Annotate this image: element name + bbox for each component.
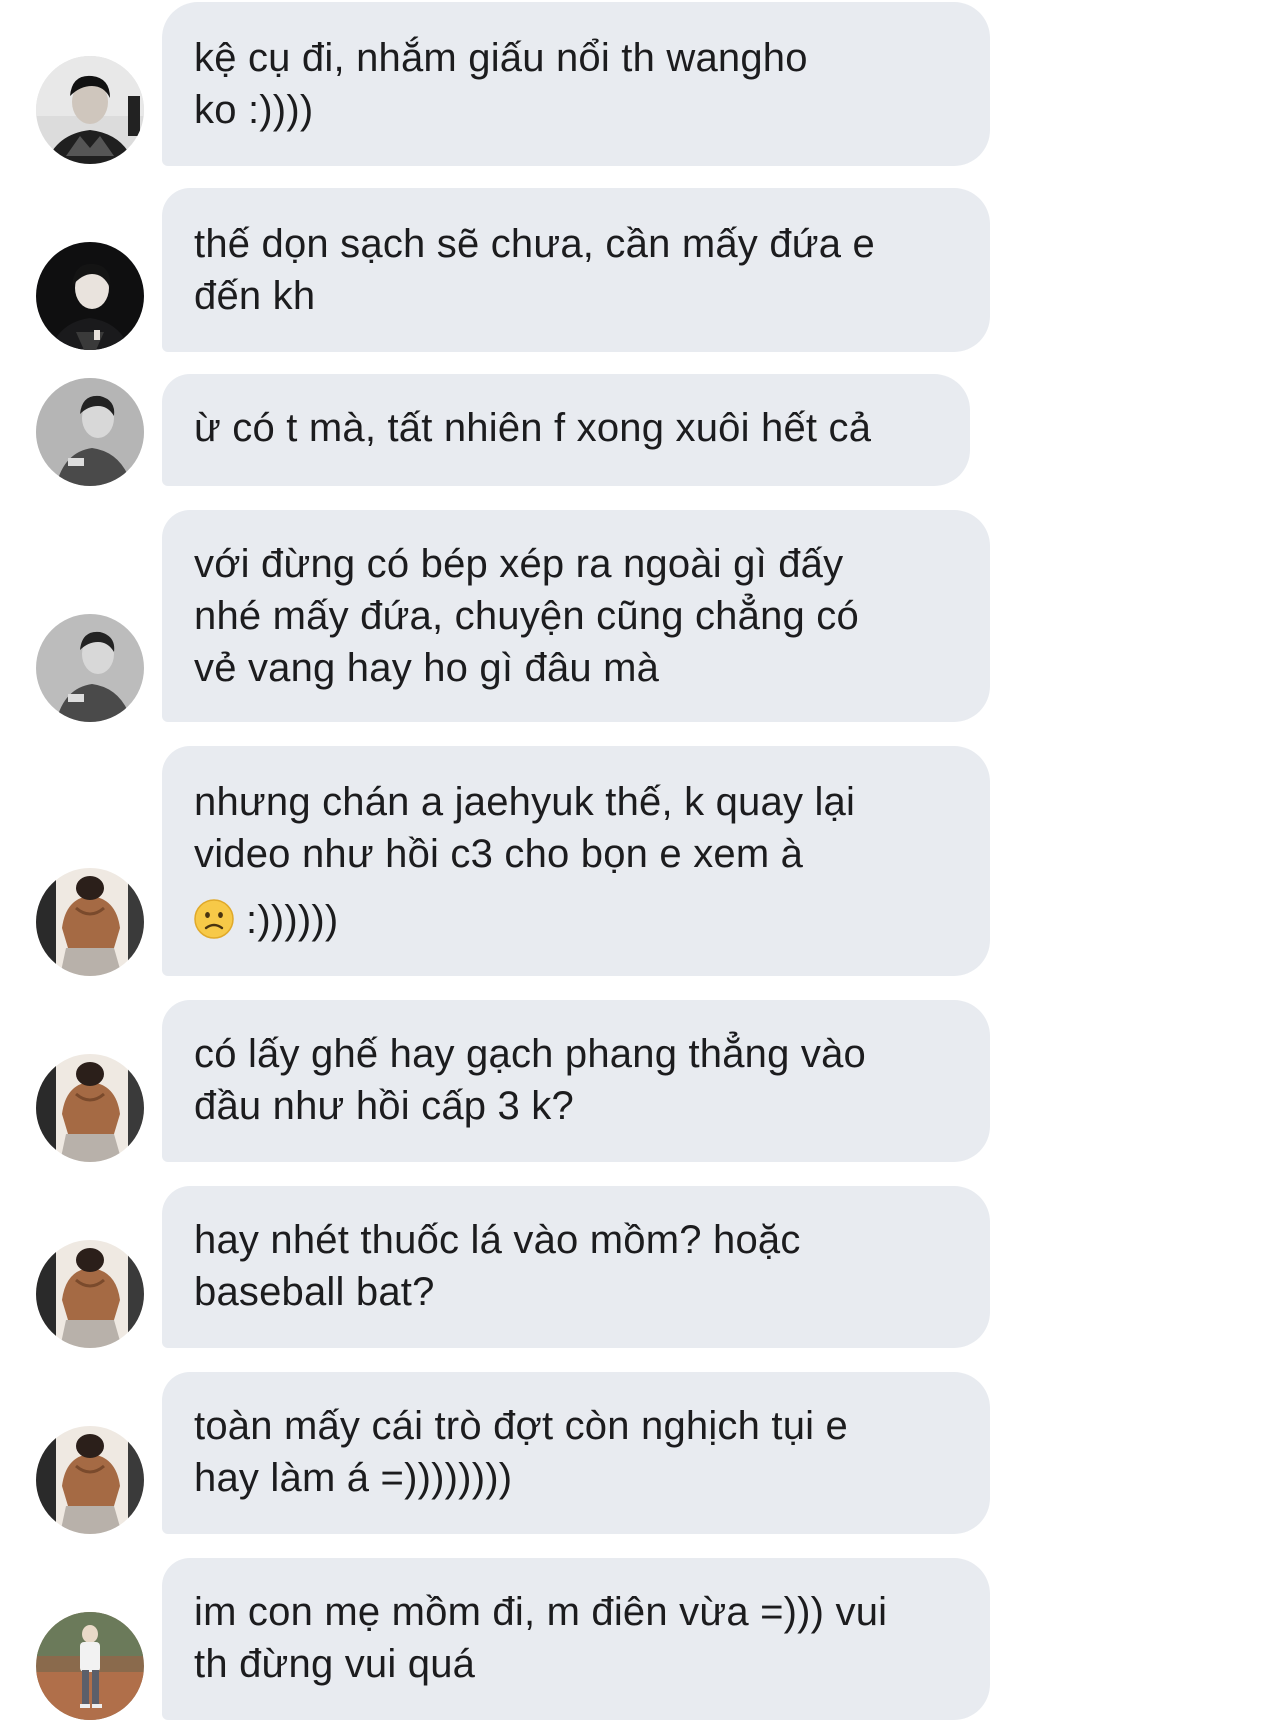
avatar[interactable] (36, 1426, 144, 1534)
message-text: ừ có t mà, tất nhiên f xong xuôi hết cả (194, 406, 872, 450)
message-text: :)))))) (246, 898, 339, 942)
chat-thread: kệ cụ đi, nhắm giấu nổi th wangho ko :))… (0, 0, 1284, 1736)
message-text: vẻ vang hay ho gì đâu mà (194, 646, 660, 690)
message-text: đầu như hồi cấp 3 k? (194, 1084, 574, 1128)
avatar[interactable] (36, 242, 144, 350)
avatar[interactable] (36, 1240, 144, 1348)
avatar[interactable] (36, 868, 144, 976)
avatar[interactable] (36, 614, 144, 722)
message-text: ko :)))) (194, 88, 314, 132)
message-text: hay làm á =)))))))) (194, 1456, 513, 1500)
message-bubble[interactable]: kệ cụ đi, nhắm giấu nổi th wangho ko :))… (162, 2, 990, 166)
message-text: nhưng chán a jaehyuk thế, k quay lại (194, 780, 856, 824)
message-text: hay nhét thuốc lá vào mồm? hoặc (194, 1218, 801, 1262)
message-text: video như hồi c3 cho bọn e xem à (194, 832, 804, 876)
avatar[interactable] (36, 1054, 144, 1162)
message-text: thế dọn sạch sẽ chưa, cần mấy đứa e (194, 222, 875, 266)
message-text: th đừng vui quá (194, 1642, 476, 1686)
message-bubble[interactable]: thế dọn sạch sẽ chưa, cần mấy đứa e đến … (162, 188, 990, 352)
avatar[interactable] (36, 56, 144, 164)
message-bubble[interactable]: ừ có t mà, tất nhiên f xong xuôi hết cả (162, 374, 970, 486)
message-bubble[interactable]: có lấy ghế hay gạch phang thẳng vào đầu … (162, 1000, 990, 1162)
message-text: im con mẹ mồm đi, m điên vừa =))) vui (194, 1590, 888, 1634)
message-text-emoji-line: :)))))) (194, 894, 962, 946)
avatar[interactable] (36, 1612, 144, 1720)
message-text: đến kh (194, 274, 316, 318)
message-text: kệ cụ đi, nhắm giấu nổi th wangho (194, 36, 808, 80)
message-bubble[interactable]: im con mẹ mồm đi, m điên vừa =))) vui th… (162, 1558, 990, 1720)
frowning-face-icon (194, 899, 234, 939)
message-text: có lấy ghế hay gạch phang thẳng vào (194, 1032, 866, 1076)
message-bubble[interactable]: hay nhét thuốc lá vào mồm? hoặc baseball… (162, 1186, 990, 1348)
message-text: với đừng có bép xép ra ngoài gì đấy (194, 542, 844, 586)
avatar[interactable] (36, 378, 144, 486)
message-text: baseball bat? (194, 1270, 435, 1314)
message-text: nhé mấy đứa, chuyện cũng chẳng có (194, 594, 859, 638)
message-bubble[interactable]: nhưng chán a jaehyuk thế, k quay lại vid… (162, 746, 990, 976)
message-bubble[interactable]: toàn mấy cái trò đợt còn nghịch tụi e ha… (162, 1372, 990, 1534)
message-text: toàn mấy cái trò đợt còn nghịch tụi e (194, 1404, 848, 1448)
message-bubble[interactable]: với đừng có bép xép ra ngoài gì đấy nhé … (162, 510, 990, 722)
